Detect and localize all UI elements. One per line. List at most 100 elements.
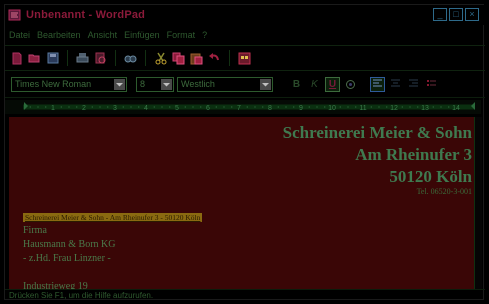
cut-icon[interactable] (153, 51, 168, 66)
ruler-number: 7 (237, 105, 241, 112)
standard-toolbar (5, 45, 485, 71)
print-icon[interactable] (75, 51, 90, 66)
ruler-tick (45, 106, 47, 108)
ruler-tick (99, 106, 101, 108)
ruler-tick (60, 106, 62, 108)
script-select[interactable]: Westlich (177, 76, 273, 92)
company-street: Am Rheinufer 3 (355, 145, 472, 164)
ruler-tick (308, 106, 310, 108)
ruler-tick (285, 106, 287, 108)
ruler-tick (231, 106, 233, 108)
insert-datetime-icon[interactable] (237, 51, 252, 66)
toolbar-separator (145, 50, 146, 66)
ruler-number: 11 (359, 105, 366, 112)
ruler-tick (355, 106, 357, 108)
align-center-button[interactable] (388, 77, 403, 92)
ruler-tick (409, 106, 411, 108)
menu-view[interactable]: Ansicht (88, 30, 118, 40)
toolbar-separator (115, 50, 116, 66)
ruler-tick (138, 106, 140, 108)
ruler-number: 10 (328, 105, 336, 112)
recipient-line-3: - z.Hd. Frau Linzner - (23, 253, 111, 264)
menu-insert[interactable]: Einfügen (124, 30, 160, 40)
ruler-tick (130, 106, 132, 108)
ruler-number: 13 (421, 105, 429, 112)
ruler-tick (370, 106, 372, 108)
ruler-tick (347, 106, 349, 108)
ruler-number: 1 (51, 105, 55, 112)
ruler-tick (76, 106, 78, 108)
minimize-button[interactable]: _ (433, 8, 447, 21)
align-left-icon (373, 79, 382, 87)
ruler-tick (401, 106, 403, 108)
company-phone: Tel. 06520-3-001 (416, 187, 472, 196)
align-right-button[interactable] (406, 77, 421, 92)
toolbar-separator (67, 50, 68, 66)
align-center-icon (391, 79, 400, 87)
save-icon[interactable] (45, 51, 60, 66)
copy-icon[interactable] (171, 51, 186, 66)
ruler-tick (432, 106, 434, 108)
window-controls: _ □ × (433, 8, 479, 21)
chevron-down-icon[interactable] (113, 78, 126, 91)
ruler-tick (107, 106, 109, 108)
ruler-tick (254, 106, 256, 108)
underline-button[interactable]: U (325, 76, 340, 92)
title-bar[interactable]: Unbenannt - WordPad _ □ × (5, 5, 485, 25)
maximize-button[interactable]: □ (449, 8, 463, 21)
italic-button[interactable]: K (307, 77, 322, 92)
find-icon[interactable] (123, 51, 138, 66)
align-right-icon (409, 79, 418, 87)
recipient-line-1: Firma (23, 225, 47, 236)
ruler-tick (417, 106, 419, 108)
align-left-button[interactable] (370, 76, 385, 92)
wordpad-app-icon[interactable] (8, 8, 22, 22)
font-size-select[interactable]: 8 (136, 76, 174, 92)
close-button[interactable]: × (465, 8, 479, 21)
new-document-icon[interactable] (9, 51, 24, 66)
vertical-scrollbar[interactable] (474, 117, 482, 289)
recipient-line-4: Industrieweg 19 (23, 281, 88, 289)
ruler[interactable]: 1 2 3 4 5 6 7 8 9 10 11 12 13 14 (5, 97, 485, 115)
ruler-tick (215, 106, 217, 108)
font-name-value: Times New Roman (15, 79, 92, 89)
script-value: Westlich (181, 79, 215, 89)
color-button[interactable] (343, 77, 358, 92)
company-city: 50120 Köln (389, 167, 472, 186)
color-palette-icon (346, 79, 355, 89)
paste-icon[interactable] (189, 51, 204, 66)
ruler-tick (153, 106, 155, 108)
ruler-number: 8 (268, 105, 272, 112)
ruler-tick (29, 106, 31, 108)
bullets-icon (427, 79, 436, 86)
menu-help[interactable]: ? (202, 30, 207, 40)
undo-icon[interactable] (207, 51, 222, 66)
ruler-number: 12 (390, 105, 398, 112)
menu-file[interactable]: Datei (9, 30, 30, 40)
ruler-number: 14 (452, 105, 460, 112)
format-toolbar: Times New Roman 8 Westlich B K U (5, 73, 485, 95)
ruler-tick (293, 106, 295, 108)
wordpad-window: Unbenannt - WordPad _ □ × Datei Bearbeit… (4, 4, 485, 300)
ruler-tick (192, 106, 194, 108)
menu-bar: Datei Bearbeiten Ansicht Einfügen Format… (5, 27, 485, 43)
ruler-number: 3 (113, 105, 117, 112)
font-size-value: 8 (140, 79, 146, 89)
ruler-tick (37, 106, 39, 108)
ruler-number: 9 (299, 105, 303, 112)
chevron-down-icon[interactable] (259, 78, 272, 91)
font-name-select[interactable]: Times New Roman (11, 76, 127, 92)
document-area[interactable]: Schreinerei Meier & Sohn Am Rheinufer 3 … (9, 117, 480, 289)
status-text: Drücken Sie F1, um die Hilfe aufzurufen. (9, 291, 154, 300)
ruler-tick (223, 106, 225, 108)
ruler-tick (169, 106, 171, 108)
print-preview-icon[interactable] (93, 51, 108, 66)
bold-button[interactable]: B (289, 77, 304, 92)
menu-edit[interactable]: Bearbeiten (37, 30, 81, 40)
bullets-button[interactable] (424, 77, 439, 92)
ruler-scale[interactable]: 1 2 3 4 5 6 7 8 9 10 11 12 13 14 (5, 98, 481, 116)
chevron-down-icon[interactable] (160, 78, 173, 91)
open-icon[interactable] (27, 51, 42, 66)
ruler-tick (122, 106, 124, 108)
menu-format[interactable]: Format (167, 30, 196, 40)
